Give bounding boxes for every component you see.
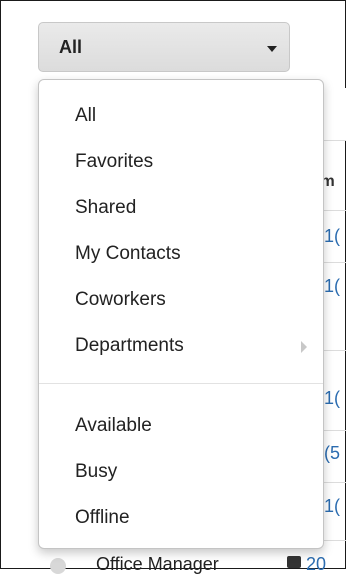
contact-role: Office Manager	[96, 554, 219, 574]
menu-item-busy[interactable]: Busy	[39, 453, 323, 491]
menu-item-label: My Contacts	[75, 243, 181, 264]
menu-item-label: Departments	[75, 335, 184, 356]
menu-item-label: All	[75, 105, 97, 126]
table-cell-link[interactable]: 1(	[324, 388, 340, 409]
table-cell-link[interactable]: 1(	[324, 226, 340, 247]
menu-item-offline[interactable]: Offline	[39, 499, 323, 537]
extension-link[interactable]: 20	[306, 554, 326, 575]
contact-card-icon[interactable]	[287, 556, 301, 568]
menu-item-departments[interactable]: Departments	[39, 327, 323, 365]
table-row[interactable]: Office Manager 20	[40, 548, 346, 574]
menu-item-label: Coworkers	[75, 289, 166, 310]
filter-dropdown-toggle[interactable]: All	[38, 22, 290, 72]
caret-down-icon	[267, 46, 277, 52]
menu-item-coworkers[interactable]: Coworkers	[39, 281, 323, 319]
table-cell-link[interactable]: 1(	[324, 496, 340, 517]
menu-divider	[39, 383, 323, 384]
menu-item-label: Busy	[75, 461, 118, 482]
menu-item-all[interactable]: All	[39, 97, 323, 135]
menu-item-label: Favorites	[75, 151, 154, 172]
menu-item-favorites[interactable]: Favorites	[39, 143, 323, 181]
menu-item-my-contacts[interactable]: My Contacts	[39, 235, 323, 273]
status-dot-icon	[50, 558, 66, 574]
table-cell-link[interactable]: (5	[324, 443, 340, 464]
chevron-right-icon	[301, 341, 307, 353]
menu-item-label: Offline	[75, 507, 130, 528]
table-cell-link[interactable]: 1(	[324, 276, 340, 297]
filter-dropdown-menu: All Favorites Shared My Contacts Coworke…	[38, 79, 324, 549]
menu-item-label: Shared	[75, 197, 137, 218]
menu-item-shared[interactable]: Shared	[39, 189, 323, 227]
filter-dropdown-label: All	[59, 37, 83, 57]
menu-item-available[interactable]: Available	[39, 407, 323, 445]
menu-item-label: Available	[75, 415, 152, 436]
